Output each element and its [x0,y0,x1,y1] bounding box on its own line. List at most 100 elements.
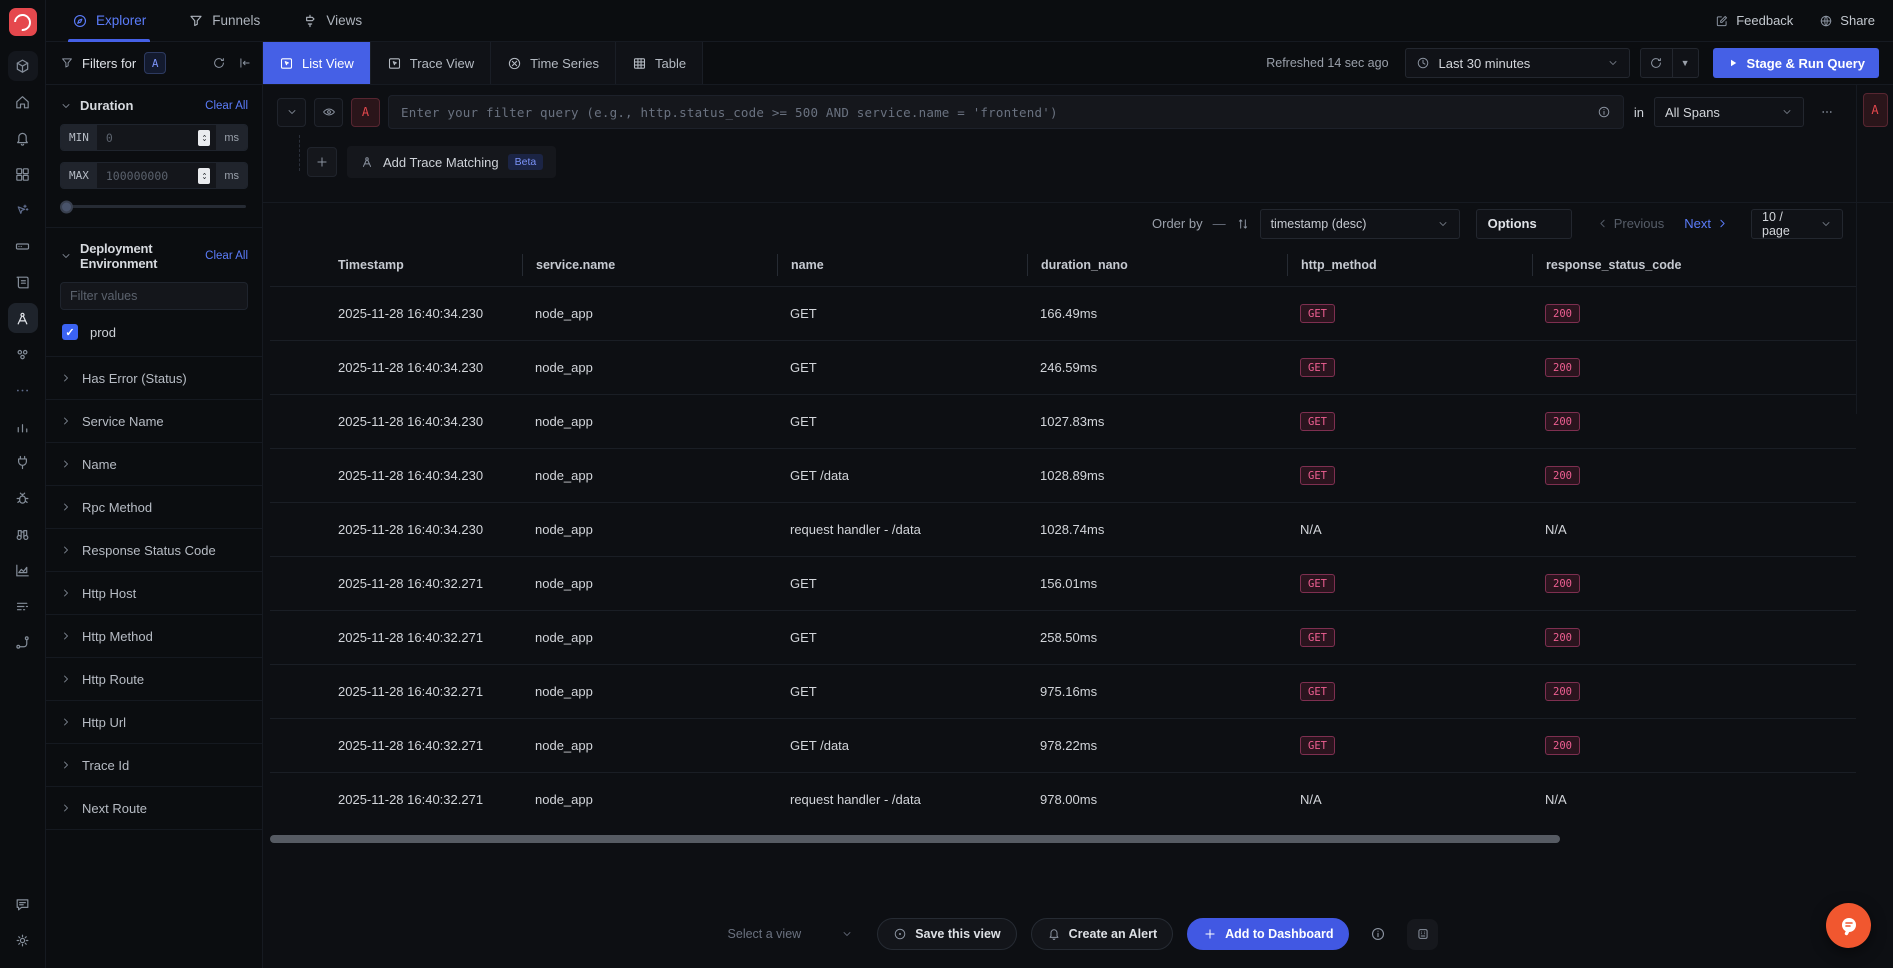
messaging-queues-icon[interactable] [8,339,38,369]
ai-sparkle-icon[interactable] [8,195,38,225]
select-view-dropdown[interactable]: Select a view [718,918,864,950]
stepper-icon[interactable] [198,168,210,184]
filter-section-collapsed[interactable]: Response Status Code [46,529,262,572]
duration-clear-all[interactable]: Clear All [205,100,248,112]
duration-max-input[interactable] [106,169,194,183]
create-alert-button[interactable]: Create an Alert [1031,918,1173,950]
filter-section-collapsed[interactable]: Http Method [46,615,262,658]
duration-min-input[interactable] [106,131,194,145]
info-icon[interactable] [1597,105,1611,119]
tab-views[interactable]: Views [298,0,366,41]
duration-slider[interactable] [62,205,246,208]
signoz-logo-icon[interactable] [9,8,37,36]
col-http-method[interactable]: http_method [1287,254,1532,276]
scrollbar-thumb[interactable] [270,835,1560,843]
shortcuts-button[interactable] [1407,919,1438,950]
tab-list-view[interactable]: List View [263,42,371,84]
logs-icon[interactable] [8,267,38,297]
filter-section-collapsed[interactable]: Trace Id [46,744,262,787]
query-a-badge[interactable]: A [351,98,380,127]
col-response-status-code[interactable]: response_status_code [1532,254,1856,276]
metrics-icon[interactable] [8,411,38,441]
query-a-badge-right[interactable]: A [1863,93,1888,127]
refresh-filters-icon[interactable] [212,56,226,70]
dashboards-icon[interactable] [8,159,38,189]
tab-explorer[interactable]: Explorer [68,0,150,41]
previous-button[interactable]: Previous [1596,216,1665,231]
home-icon[interactable] [8,87,38,117]
tab-trace-view[interactable]: Trace View [371,42,491,84]
checkbox-checked-icon[interactable]: ✓ [62,324,78,340]
table-row[interactable]: 2025-11-28 16:40:34.230 node_app request… [270,502,1856,556]
filter-values-input[interactable] [70,289,238,303]
add-trace-matching-button[interactable]: Add Trace Matching Beta [347,146,556,178]
add-to-dashboard-button[interactable]: Add to Dashboard [1187,918,1349,950]
explore-icon[interactable] [8,519,38,549]
feedback-button[interactable]: Feedback [1715,13,1793,28]
filter-section-collapsed[interactable]: Next Route [46,787,262,830]
pipelines-icon[interactable] [8,591,38,621]
query-more-button[interactable] [1812,98,1841,127]
table-row[interactable]: 2025-11-28 16:40:34.230 node_app GET 246… [270,340,1856,394]
time-range-select[interactable]: Last 30 minutes [1405,48,1630,78]
info-button[interactable] [1363,919,1393,949]
refresh-caret-button[interactable]: ▼ [1673,48,1699,78]
exceptions-icon[interactable] [8,483,38,513]
sort-icon[interactable] [1236,217,1250,231]
query-a-chip[interactable]: A [144,52,166,74]
table-row[interactable]: 2025-11-28 16:40:34.230 node_app GET 166… [270,286,1856,340]
collapse-panel-icon[interactable] [238,56,252,70]
external-api-icon[interactable] [8,555,38,585]
filter-query-input[interactable] [401,105,1587,120]
routes-icon[interactable] [8,627,38,657]
order-by-select[interactable]: timestamp (desc) [1260,209,1460,239]
env-option-prod[interactable]: ✓ prod [62,324,246,340]
col-name[interactable]: name [777,254,1027,276]
refresh-button[interactable] [1640,48,1673,78]
table-row[interactable]: 2025-11-28 16:40:32.271 node_app GET 975… [270,664,1856,718]
filter-section-collapsed[interactable]: Rpc Method [46,486,262,529]
tab-time-series[interactable]: Time Series [491,42,616,84]
alerts-icon[interactable] [8,123,38,153]
table-row[interactable]: 2025-11-28 16:40:32.271 node_app GET 258… [270,610,1856,664]
tab-funnels[interactable]: Funnels [184,0,264,41]
infrastructure-icon[interactable] [8,231,38,261]
support-chat-icon[interactable] [8,889,38,919]
query-collapse-button[interactable] [277,98,306,127]
chevron-down-icon[interactable] [60,100,72,112]
filter-section-collapsed[interactable]: Http Host [46,572,262,615]
settings-icon[interactable] [8,925,38,955]
table-row[interactable]: 2025-11-28 16:40:34.230 node_app GET 102… [270,394,1856,448]
span-scope-select[interactable]: All Spans [1654,97,1804,127]
integrations-icon[interactable] [8,447,38,477]
traces-icon[interactable] [8,303,38,333]
filter-section-collapsed[interactable]: Http Route [46,658,262,701]
share-button[interactable]: Share [1819,13,1875,28]
filter-section-collapsed[interactable]: Name [46,443,262,486]
col-service-name[interactable]: service.name [522,254,777,276]
options-button[interactable]: Options [1476,209,1572,239]
tab-table[interactable]: Table [616,42,703,84]
query-visibility-button[interactable] [314,98,343,127]
table-row[interactable]: 2025-11-28 16:40:32.271 node_app GET 156… [270,556,1856,610]
page-size-select[interactable]: 10 / page [1751,209,1843,239]
environment-clear-all[interactable]: Clear All [205,250,248,262]
filter-section-collapsed[interactable]: Has Error (Status) [46,357,262,400]
table-row[interactable]: 2025-11-28 16:40:32.271 node_app request… [270,772,1856,826]
add-query-button[interactable] [307,147,337,177]
more-icon[interactable] [8,375,38,405]
get-started-icon[interactable] [8,51,38,81]
col-duration-nano[interactable]: duration_nano [1027,254,1287,276]
table-row[interactable]: 2025-11-28 16:40:32.271 node_app GET /da… [270,718,1856,772]
col-timestamp[interactable]: Timestamp [270,254,522,276]
slider-knob[interactable] [60,200,73,213]
save-view-button[interactable]: Save this view [877,918,1016,950]
chevron-down-icon[interactable] [60,250,72,262]
table-row[interactable]: 2025-11-28 16:40:34.230 node_app GET /da… [270,448,1856,502]
stage-run-query-button[interactable]: Stage & Run Query [1713,48,1879,78]
support-chat-fab[interactable] [1826,903,1871,948]
next-button[interactable]: Next [1684,216,1729,231]
stepper-icon[interactable] [198,130,210,146]
filter-section-collapsed[interactable]: Service Name [46,400,262,443]
filter-section-collapsed[interactable]: Http Url [46,701,262,744]
